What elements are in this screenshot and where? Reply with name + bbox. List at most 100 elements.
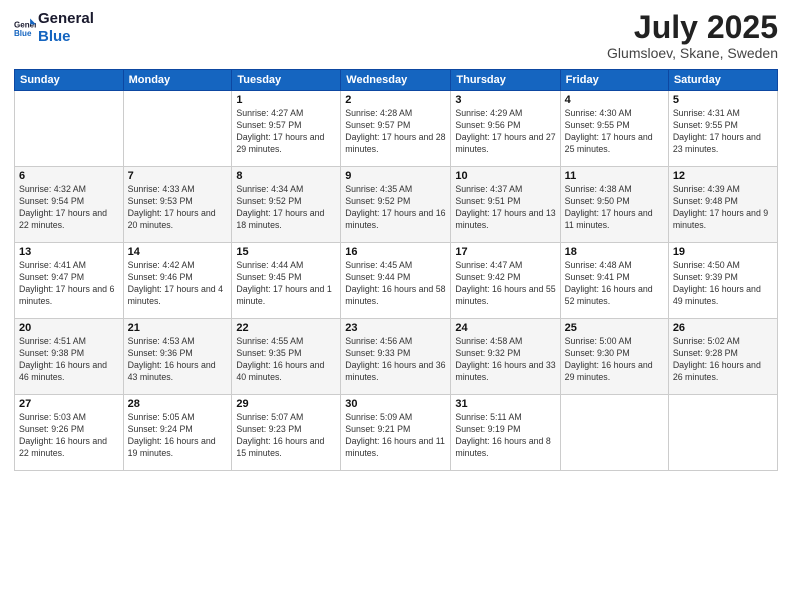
calendar-header-tuesday: Tuesday <box>232 70 341 91</box>
day-info: Sunrise: 4:44 AMSunset: 9:45 PMDaylight:… <box>236 260 336 308</box>
day-info: Sunrise: 4:41 AMSunset: 9:47 PMDaylight:… <box>19 260 119 308</box>
calendar-cell: 21 Sunrise: 4:53 AMSunset: 9:36 PMDaylig… <box>123 319 232 395</box>
day-info: Sunrise: 4:32 AMSunset: 9:54 PMDaylight:… <box>19 184 119 232</box>
day-info: Sunrise: 5:11 AMSunset: 9:19 PMDaylight:… <box>455 412 555 460</box>
day-info: Sunrise: 5:07 AMSunset: 9:23 PMDaylight:… <box>236 412 336 460</box>
day-info: Sunrise: 5:00 AMSunset: 9:30 PMDaylight:… <box>565 336 664 384</box>
day-number: 22 <box>236 322 336 334</box>
day-info: Sunrise: 5:09 AMSunset: 9:21 PMDaylight:… <box>345 412 446 460</box>
logo-general-text: General <box>38 10 94 28</box>
calendar-cell: 3 Sunrise: 4:29 AMSunset: 9:56 PMDayligh… <box>451 91 560 167</box>
day-number: 1 <box>236 94 336 106</box>
calendar-cell: 8 Sunrise: 4:34 AMSunset: 9:52 PMDayligh… <box>232 167 341 243</box>
day-number: 16 <box>345 246 446 258</box>
calendar-table: SundayMondayTuesdayWednesdayThursdayFrid… <box>14 69 778 471</box>
header: General Blue General Blue July 2025 Glum… <box>14 10 778 61</box>
day-info: Sunrise: 4:28 AMSunset: 9:57 PMDaylight:… <box>345 108 446 156</box>
calendar-cell: 1 Sunrise: 4:27 AMSunset: 9:57 PMDayligh… <box>232 91 341 167</box>
day-number: 8 <box>236 170 336 182</box>
day-info: Sunrise: 4:45 AMSunset: 9:44 PMDaylight:… <box>345 260 446 308</box>
day-info: Sunrise: 4:30 AMSunset: 9:55 PMDaylight:… <box>565 108 664 156</box>
day-number: 14 <box>128 246 228 258</box>
calendar-cell: 19 Sunrise: 4:50 AMSunset: 9:39 PMDaylig… <box>668 243 777 319</box>
calendar-header-thursday: Thursday <box>451 70 560 91</box>
calendar-cell: 22 Sunrise: 4:55 AMSunset: 9:35 PMDaylig… <box>232 319 341 395</box>
day-info: Sunrise: 5:05 AMSunset: 9:24 PMDaylight:… <box>128 412 228 460</box>
day-info: Sunrise: 4:55 AMSunset: 9:35 PMDaylight:… <box>236 336 336 384</box>
day-number: 20 <box>19 322 119 334</box>
day-number: 17 <box>455 246 555 258</box>
day-info: Sunrise: 4:37 AMSunset: 9:51 PMDaylight:… <box>455 184 555 232</box>
day-number: 7 <box>128 170 228 182</box>
day-info: Sunrise: 4:31 AMSunset: 9:55 PMDaylight:… <box>673 108 773 156</box>
calendar-cell: 5 Sunrise: 4:31 AMSunset: 9:55 PMDayligh… <box>668 91 777 167</box>
calendar-cell: 27 Sunrise: 5:03 AMSunset: 9:26 PMDaylig… <box>15 395 124 471</box>
day-info: Sunrise: 4:39 AMSunset: 9:48 PMDaylight:… <box>673 184 773 232</box>
calendar-cell: 16 Sunrise: 4:45 AMSunset: 9:44 PMDaylig… <box>341 243 451 319</box>
day-number: 13 <box>19 246 119 258</box>
day-info: Sunrise: 4:42 AMSunset: 9:46 PMDaylight:… <box>128 260 228 308</box>
calendar-week-1: 1 Sunrise: 4:27 AMSunset: 9:57 PMDayligh… <box>15 91 778 167</box>
calendar-cell: 4 Sunrise: 4:30 AMSunset: 9:55 PMDayligh… <box>560 91 668 167</box>
day-info: Sunrise: 4:56 AMSunset: 9:33 PMDaylight:… <box>345 336 446 384</box>
calendar-cell: 17 Sunrise: 4:47 AMSunset: 9:42 PMDaylig… <box>451 243 560 319</box>
calendar-cell: 28 Sunrise: 5:05 AMSunset: 9:24 PMDaylig… <box>123 395 232 471</box>
day-number: 23 <box>345 322 446 334</box>
calendar-header-monday: Monday <box>123 70 232 91</box>
main-title: July 2025 <box>607 10 778 45</box>
day-info: Sunrise: 5:03 AMSunset: 9:26 PMDaylight:… <box>19 412 119 460</box>
calendar-cell <box>560 395 668 471</box>
calendar-cell: 30 Sunrise: 5:09 AMSunset: 9:21 PMDaylig… <box>341 395 451 471</box>
calendar-cell: 13 Sunrise: 4:41 AMSunset: 9:47 PMDaylig… <box>15 243 124 319</box>
day-number: 18 <box>565 246 664 258</box>
day-info: Sunrise: 4:50 AMSunset: 9:39 PMDaylight:… <box>673 260 773 308</box>
day-number: 2 <box>345 94 446 106</box>
day-number: 29 <box>236 398 336 410</box>
day-info: Sunrise: 4:58 AMSunset: 9:32 PMDaylight:… <box>455 336 555 384</box>
calendar-week-2: 6 Sunrise: 4:32 AMSunset: 9:54 PMDayligh… <box>15 167 778 243</box>
calendar-cell: 31 Sunrise: 5:11 AMSunset: 9:19 PMDaylig… <box>451 395 560 471</box>
day-info: Sunrise: 4:51 AMSunset: 9:38 PMDaylight:… <box>19 336 119 384</box>
logo: General Blue General Blue <box>14 10 94 46</box>
day-number: 12 <box>673 170 773 182</box>
day-info: Sunrise: 4:29 AMSunset: 9:56 PMDaylight:… <box>455 108 555 156</box>
day-info: Sunrise: 5:02 AMSunset: 9:28 PMDaylight:… <box>673 336 773 384</box>
day-info: Sunrise: 4:47 AMSunset: 9:42 PMDaylight:… <box>455 260 555 308</box>
day-info: Sunrise: 4:48 AMSunset: 9:41 PMDaylight:… <box>565 260 664 308</box>
day-info: Sunrise: 4:34 AMSunset: 9:52 PMDaylight:… <box>236 184 336 232</box>
calendar-header-row: SundayMondayTuesdayWednesdayThursdayFrid… <box>15 70 778 91</box>
calendar-cell: 25 Sunrise: 5:00 AMSunset: 9:30 PMDaylig… <box>560 319 668 395</box>
calendar-cell: 29 Sunrise: 5:07 AMSunset: 9:23 PMDaylig… <box>232 395 341 471</box>
logo-icon: General Blue <box>14 17 36 39</box>
svg-text:Blue: Blue <box>14 29 32 38</box>
calendar-cell: 24 Sunrise: 4:58 AMSunset: 9:32 PMDaylig… <box>451 319 560 395</box>
calendar-week-5: 27 Sunrise: 5:03 AMSunset: 9:26 PMDaylig… <box>15 395 778 471</box>
subtitle: Glumsloev, Skane, Sweden <box>607 45 778 61</box>
calendar-cell <box>15 91 124 167</box>
day-number: 15 <box>236 246 336 258</box>
calendar-header-wednesday: Wednesday <box>341 70 451 91</box>
day-info: Sunrise: 4:38 AMSunset: 9:50 PMDaylight:… <box>565 184 664 232</box>
day-number: 11 <box>565 170 664 182</box>
day-number: 10 <box>455 170 555 182</box>
calendar-header-saturday: Saturday <box>668 70 777 91</box>
calendar-header-friday: Friday <box>560 70 668 91</box>
calendar-header-sunday: Sunday <box>15 70 124 91</box>
calendar-cell <box>123 91 232 167</box>
day-info: Sunrise: 4:33 AMSunset: 9:53 PMDaylight:… <box>128 184 228 232</box>
day-number: 9 <box>345 170 446 182</box>
day-number: 31 <box>455 398 555 410</box>
day-number: 3 <box>455 94 555 106</box>
day-number: 30 <box>345 398 446 410</box>
day-number: 19 <box>673 246 773 258</box>
calendar-cell: 7 Sunrise: 4:33 AMSunset: 9:53 PMDayligh… <box>123 167 232 243</box>
calendar-cell: 6 Sunrise: 4:32 AMSunset: 9:54 PMDayligh… <box>15 167 124 243</box>
day-info: Sunrise: 4:35 AMSunset: 9:52 PMDaylight:… <box>345 184 446 232</box>
day-number: 25 <box>565 322 664 334</box>
calendar-cell: 10 Sunrise: 4:37 AMSunset: 9:51 PMDaylig… <box>451 167 560 243</box>
logo-blue-text: Blue <box>38 28 94 46</box>
calendar-cell: 12 Sunrise: 4:39 AMSunset: 9:48 PMDaylig… <box>668 167 777 243</box>
calendar-cell: 11 Sunrise: 4:38 AMSunset: 9:50 PMDaylig… <box>560 167 668 243</box>
day-info: Sunrise: 4:27 AMSunset: 9:57 PMDaylight:… <box>236 108 336 156</box>
day-number: 6 <box>19 170 119 182</box>
